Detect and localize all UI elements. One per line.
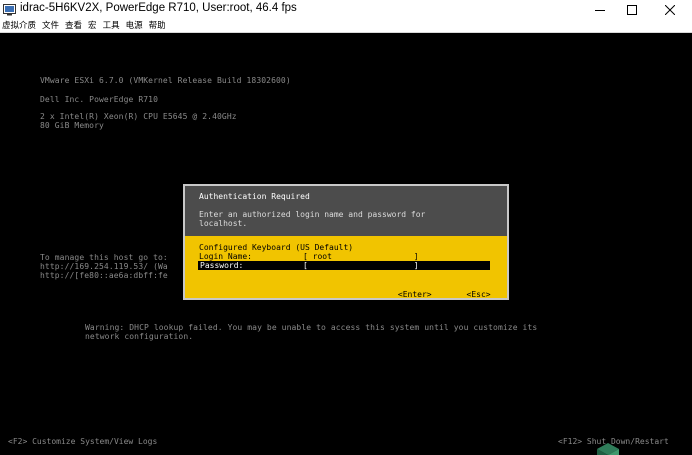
dhcp-warning-line2: network configuration. (85, 332, 194, 341)
dialog-header: Authentication Required Enter an authori… (185, 186, 507, 236)
dialog-message-line2: localhost. (199, 219, 248, 228)
authentication-dialog: Authentication Required Enter an authori… (183, 184, 509, 308)
minimize-icon (595, 9, 605, 11)
menu-tools[interactable]: 工具 (103, 20, 120, 32)
cancel-button[interactable]: <Esc> Cancel (438, 281, 496, 317)
management-url-ipv4: http://169.254.119.53/ (Wa (40, 262, 168, 271)
menu-view[interactable]: 查看 (65, 20, 82, 32)
close-button[interactable] (655, 0, 685, 19)
dhcp-warning-line1: Warning: DHCP lookup failed. You may be … (85, 323, 538, 332)
menu-help[interactable]: 帮助 (149, 20, 166, 32)
cancel-label: Cancel (466, 299, 496, 308)
password-label: Password: (200, 261, 244, 270)
menu-virtual-media[interactable]: 虚拟介质 (2, 20, 36, 32)
vendor-line: Dell Inc. PowerEdge R710 (40, 95, 158, 104)
window-titlebar: idrac-5H6KV2X, PowerEdge R710, User:root… (0, 0, 692, 19)
menu-file[interactable]: 文件 (42, 20, 59, 32)
login-name-field[interactable]: [ root ] (303, 252, 419, 261)
ok-key: <Enter> (397, 290, 432, 299)
f2-customize-hint: <F2> Customize System/View Logs (8, 437, 158, 446)
dialog-message-line1: Enter an authorized login name and passw… (199, 210, 426, 219)
minimize-button[interactable] (585, 0, 615, 19)
dialog-title: Authentication Required (199, 192, 310, 201)
management-url-ipv6: http://[fe80::ae6a:dbff:fe (40, 271, 168, 280)
cancel-key: <Esc> (466, 290, 491, 299)
ok-button[interactable]: <Enter> OK (369, 281, 432, 317)
console-app-icon (3, 4, 16, 16)
watermark-logo-icon (597, 443, 619, 455)
ok-label: OK (397, 299, 408, 308)
cpu-line: 2 x Intel(R) Xeon(R) CPU E5645 @ 2.40GHz (40, 112, 237, 121)
window-title: idrac-5H6KV2X, PowerEdge R710, User:root… (20, 2, 297, 14)
maximize-button[interactable] (617, 0, 647, 19)
manage-host-line: To manage this host go to: (40, 253, 168, 262)
maximize-icon (627, 4, 637, 15)
login-name-label: Login Name: (199, 252, 252, 261)
close-icon (665, 4, 675, 15)
menu-power[interactable]: 电源 (126, 20, 143, 32)
password-field[interactable]: [ ] (303, 261, 419, 270)
menu-bar: 虚拟介质 文件 查看 宏 工具 电源 帮助 (0, 19, 692, 33)
menu-macros[interactable]: 宏 (88, 20, 97, 32)
keyboard-layout-label: Configured Keyboard (US Default) (199, 243, 354, 252)
esxi-product-line: VMware ESXi 6.7.0 (VMKernel Release Buil… (40, 76, 291, 85)
dialog-buttons: <Enter> OK <Esc> Cancel (369, 281, 496, 317)
password-row: Password: [ ] (198, 261, 490, 270)
memory-line: 80 GiB Memory (40, 121, 104, 130)
